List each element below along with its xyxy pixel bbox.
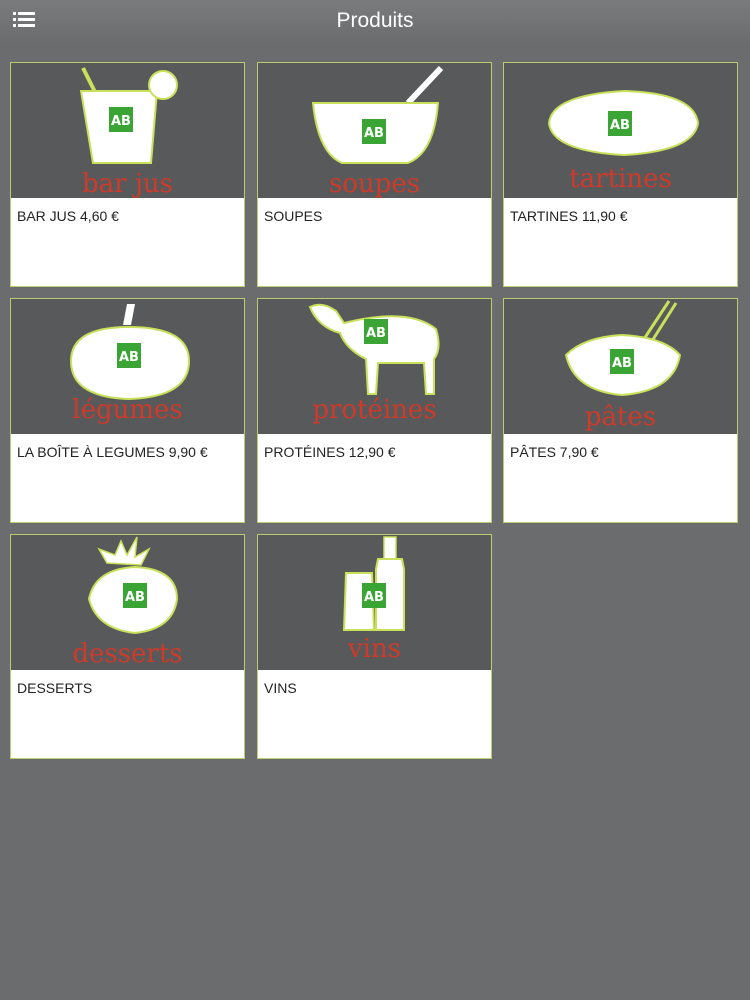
svg-text:AB: AB	[111, 114, 131, 129]
svg-text:AB: AB	[612, 356, 632, 371]
product-tag: protéines	[312, 395, 437, 425]
product-label: BAR JUS 4,60 €	[17, 208, 119, 224]
product-tag: pâtes	[584, 402, 657, 432]
svg-text:AB: AB	[366, 326, 386, 341]
product-card-tartines[interactable]: AB tartines TARTINES 11,90 €	[503, 62, 738, 287]
product-label: SOUPES	[264, 208, 323, 224]
product-label: TARTINES 11,90 €	[510, 208, 628, 224]
product-card-legumes[interactable]: AB légumes LA BOÎTE À LEGUMES 9,90 €	[10, 298, 245, 523]
product-label: PÂTES 7,90 €	[510, 444, 599, 460]
product-card-proteines[interactable]: AB protéines PROTÉINES 12,90 €	[257, 298, 492, 523]
product-card-soupes[interactable]: AB soupes SOUPES	[257, 62, 492, 287]
svg-text:AB: AB	[119, 350, 139, 365]
product-label: LA BOÎTE À LEGUMES 9,90 €	[17, 444, 208, 460]
product-tag: bar jus	[82, 169, 173, 199]
page-title: Produits	[336, 9, 414, 32]
product-card-pates[interactable]: AB pâtes PÂTES 7,90 €	[503, 298, 738, 523]
product-tag: vins	[347, 634, 402, 664]
product-tag: tartines	[569, 164, 672, 194]
svg-text:AB: AB	[364, 126, 384, 141]
product-label: VINS	[264, 680, 297, 696]
svg-text:AB: AB	[610, 118, 630, 133]
product-tag: légumes	[72, 395, 183, 425]
svg-text:AB: AB	[364, 590, 384, 605]
product-card-vins[interactable]: AB vins VINS	[257, 534, 492, 759]
product-tag: soupes	[328, 169, 421, 199]
product-card-desserts[interactable]: AB desserts DESSERTS	[10, 534, 245, 759]
product-card-bar-jus[interactable]: AB bar jus BAR JUS 4,60 €	[10, 62, 245, 287]
top-bar: Produits	[0, 0, 750, 44]
product-tag: desserts	[72, 639, 183, 669]
product-label: PROTÉINES 12,90 €	[264, 444, 396, 460]
product-label: DESSERTS	[17, 680, 93, 696]
svg-text:AB: AB	[125, 590, 145, 605]
